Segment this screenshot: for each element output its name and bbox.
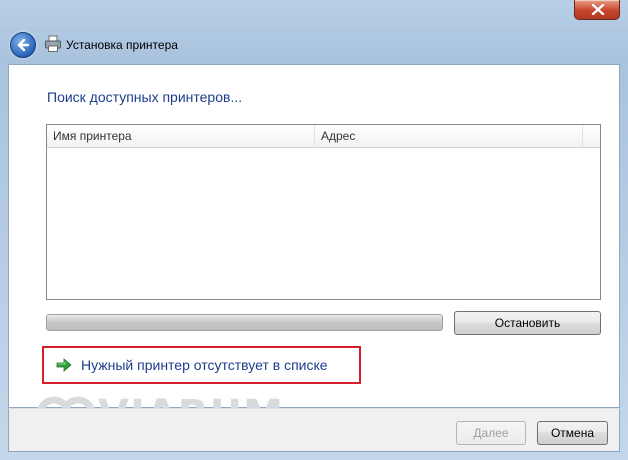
- close-icon: [591, 4, 605, 15]
- green-arrow-icon[interactable]: [56, 358, 72, 372]
- window-title: Установка принтера: [66, 38, 178, 52]
- column-header-address[interactable]: Адрес: [315, 125, 583, 147]
- progress-fill: [47, 315, 442, 330]
- title-bar: Установка принтера: [0, 22, 628, 64]
- missing-printer-highlight: Нужный принтер отсутствует в списке: [42, 346, 361, 384]
- next-button[interactable]: Далее: [456, 421, 526, 445]
- window-close-button[interactable]: [574, 0, 620, 20]
- footer-bar: Далее Отмена: [8, 408, 620, 452]
- column-header-printer-name[interactable]: Имя принтера: [47, 125, 315, 147]
- cancel-button[interactable]: Отмена: [537, 421, 608, 445]
- printer-list[interactable]: Имя принтера Адрес: [46, 124, 601, 300]
- list-header: Имя принтера Адрес: [47, 125, 600, 148]
- back-arrow-icon: [17, 38, 30, 52]
- page-heading: Поиск доступных принтеров...: [47, 89, 243, 105]
- window-frame: Установка принтера Поиск доступных принт…: [0, 0, 628, 460]
- search-progress-bar: [46, 314, 443, 331]
- stop-button[interactable]: Остановить: [454, 311, 601, 335]
- back-button[interactable]: [10, 32, 36, 58]
- missing-printer-link[interactable]: Нужный принтер отсутствует в списке: [81, 357, 328, 373]
- main-content: Поиск доступных принтеров... Имя принтер…: [8, 64, 620, 408]
- printer-icon: [45, 35, 61, 52]
